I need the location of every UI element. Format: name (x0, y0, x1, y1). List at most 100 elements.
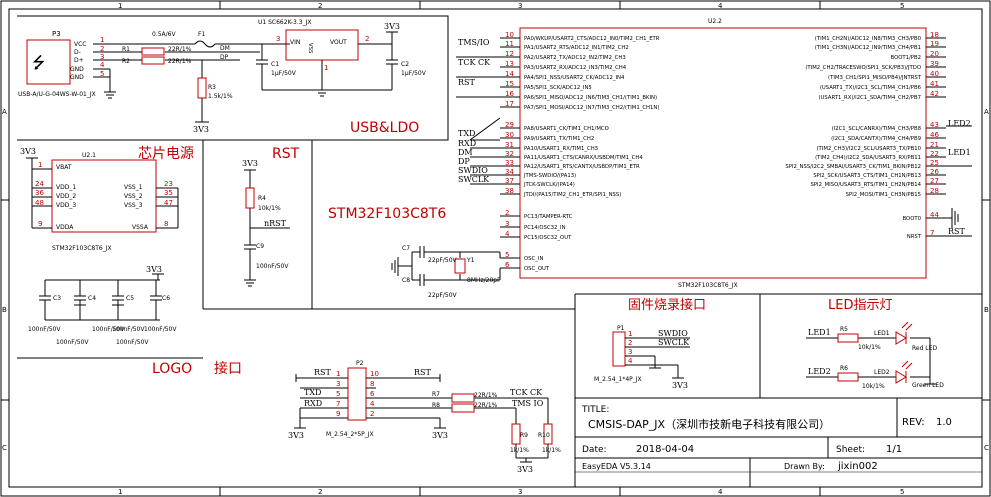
usb-pin-label-dplus: D+ (74, 57, 84, 64)
mcu-main-part: STM32F103C8T6_JX (678, 282, 738, 289)
mcu-right-pin-number: 22 (930, 150, 939, 158)
mcu-right-pin-label: (TIM1_CH2N)/ADC12_IN8/TIM3_CH3/PB0 (815, 36, 922, 42)
mcu-right-pin-label: NRST (907, 234, 922, 240)
row-marker-b-right: B (984, 306, 989, 314)
p2-net-rst-left: RST (314, 368, 332, 377)
r2-value: 22R/1% (168, 58, 192, 65)
mcu-left-pin-number: 14 (505, 70, 514, 78)
mcu-left-pin-number: 4 (505, 230, 510, 238)
r4-body (245, 187, 255, 209)
r9-value: 1k/1% (510, 447, 529, 454)
drawn-label: Drawn By: (784, 462, 825, 471)
p2-pin-right-10: 10 (370, 370, 379, 378)
mcu-vbat-label: VBAT (56, 164, 72, 171)
usb-pin-num-1: 1 (100, 36, 104, 44)
mcu-left-pins: 10 PA0/WKUP/USART2_CTS/ADC12_IN0/TIM2_CH1… (458, 31, 660, 272)
mcu-left-pin-label: PA9/USART1_TX/TIM1_CH2 (524, 136, 594, 142)
rev-value: 1.0 (936, 417, 952, 428)
mcu-left-pin-label: JTCK-SWCLK/(PA14) (523, 182, 575, 188)
mcu-left-pin-label: JTMS-SWDIO/(PA13) (523, 173, 576, 179)
led1-net: LED1 (808, 328, 831, 337)
mcu-left-pin-label: PC13/TAMPER-RTC (524, 214, 573, 220)
r5-value: 10k/1% (858, 344, 881, 351)
regulator-vin: VIN (290, 39, 300, 46)
mcu-vdd2-label: VDD_2 (56, 193, 76, 200)
c1-ref: C1 (271, 61, 279, 68)
r10-value: 1k/1% (542, 447, 561, 454)
mcu-right-pin-number: 44 (930, 211, 939, 219)
led-block: LED指示灯 LED1 R5 10k/1% LED1 Red LED LED2 … (806, 298, 944, 390)
col-marker-3-bottom: 3 (518, 488, 522, 496)
mcu-right-pin-label: (TIM2_CH4)/I2C2_SDA/USART3_RX/PB11 (815, 155, 921, 161)
r10-ref: R10 (538, 432, 550, 439)
c2-ref: C2 (401, 61, 409, 68)
mcu-right-pin-number: 46 (930, 131, 939, 139)
r8-ref: R8 (432, 402, 440, 409)
usb-ldo-title: USB&LDO (350, 120, 419, 136)
led1-light-icon (901, 321, 913, 331)
regulator-pin-vout: 2 (365, 35, 369, 43)
mcu-right-pin-label: SPI2_MISO/USART3_RTS/TIM1_CH2N/PB14 (810, 182, 921, 188)
usb-pin-label-dminus: D- (74, 49, 81, 56)
c9-ref: C9 (256, 243, 264, 250)
mcu-vss3-label: VSS_3 (124, 202, 143, 209)
col-marker-3: 3 (518, 2, 522, 10)
reset-block: RST 3V3 R4 10k/1% nRST C9 100nF/50V (242, 146, 300, 287)
col-marker-4: 4 (718, 2, 723, 10)
r5-ref: R5 (840, 326, 848, 333)
flash-port-pin-1: 1 (628, 330, 632, 338)
regulator-vss: VSS (307, 43, 313, 54)
r3-body (197, 77, 207, 99)
mcu-left-pin-number: 13 (505, 60, 514, 68)
mcu-power-power: 3V3 (20, 147, 36, 156)
net-dm: DM (220, 45, 230, 52)
mcu-right-pin-label: (TIM2_CH3)/I2C2_SCL/USART3_TX/PB10 (816, 146, 921, 152)
usb-connector-ref: P3 (52, 30, 61, 38)
c2-value: 1µF/50V (401, 70, 427, 77)
col-marker-5-bottom: 5 (900, 488, 904, 496)
regulator-vout: VOUT (330, 39, 347, 46)
mcu-left-pin-number: 17 (505, 100, 514, 108)
r6-ref: R6 (840, 365, 848, 372)
mcu-vss2-pin: 35 (164, 189, 173, 197)
date-label: Date: (582, 445, 607, 455)
p2-pin-right-2: 2 (370, 410, 374, 418)
mcu-power-ref: U2.1 (82, 152, 96, 159)
mcu-vbat-pin: 1 (38, 161, 42, 169)
mcu-left-pin-label: PA6/SPI1_MISO/ADC12_IN6/TIM3_CH1/(TIM1_B… (524, 95, 657, 101)
cap-c6-ref: C6 (162, 295, 170, 302)
mcu-left-pin-net: DM (458, 148, 473, 157)
mcu-left-pin-number: 15 (505, 80, 514, 88)
y1-ref: Y1 (466, 257, 475, 264)
r8-value: 22R/1% (474, 402, 498, 409)
mcu-right-pin-number: 28 (930, 187, 939, 195)
cap-value-5: 100nF/50V (144, 326, 177, 333)
mcu-right-pin-number: 20 (930, 50, 939, 58)
caps-power: 3V3 (146, 265, 162, 274)
mcu-right-pin-label: (TIM2_CH2/TRACESWO/SPI1_SCK/PB3)/JTDO (805, 65, 921, 71)
r1-ref: R1 (122, 46, 130, 53)
r9-ref: R9 (520, 432, 528, 439)
p2-net-rst-right: RST (414, 368, 432, 377)
regulator-ref: U1 SC662K-3.3_JX (258, 19, 311, 26)
title-value: CMSIS-DAP_JX（深圳市技新电子科技有限公司） (588, 417, 830, 431)
led-title: LED指示灯 (828, 298, 892, 313)
mcu-right-pin-number: 27 (930, 177, 939, 185)
c7-ref: C7 (402, 245, 410, 252)
mcu-right-pin-label: SPI2_SCK/USART3_CTS/TIM1_CH1N/PB13 (813, 173, 921, 179)
fuse-value: 0.5A/6V (152, 31, 176, 38)
cap-value-1: 100nF/50V (28, 326, 61, 333)
usb-pin-label-gnd1: GND (70, 66, 84, 73)
mcu-right-pin-number: 40 (930, 70, 939, 78)
mcu-left-pin-label: PA12/USART1_RTS/CANTX/USBDP/TIM1_ETR (524, 164, 640, 170)
led1-diode-icon (895, 331, 907, 345)
mcu-left-pin-net: TXD (458, 129, 475, 138)
p2-power-left: 3V3 (288, 431, 304, 440)
interface-title: 接口 (214, 360, 242, 377)
net-tms: TMS IO (512, 399, 544, 408)
r6-value: 10k/1% (862, 383, 885, 390)
usb-symbol-icon: ⭍ (32, 53, 45, 72)
led2-ref: LED2 (874, 369, 890, 376)
mcu-right-pin-label: (I2C1_SDA/CANTX)/TIM4_CH4/PB9 (831, 136, 921, 142)
r5-body (837, 333, 859, 343)
